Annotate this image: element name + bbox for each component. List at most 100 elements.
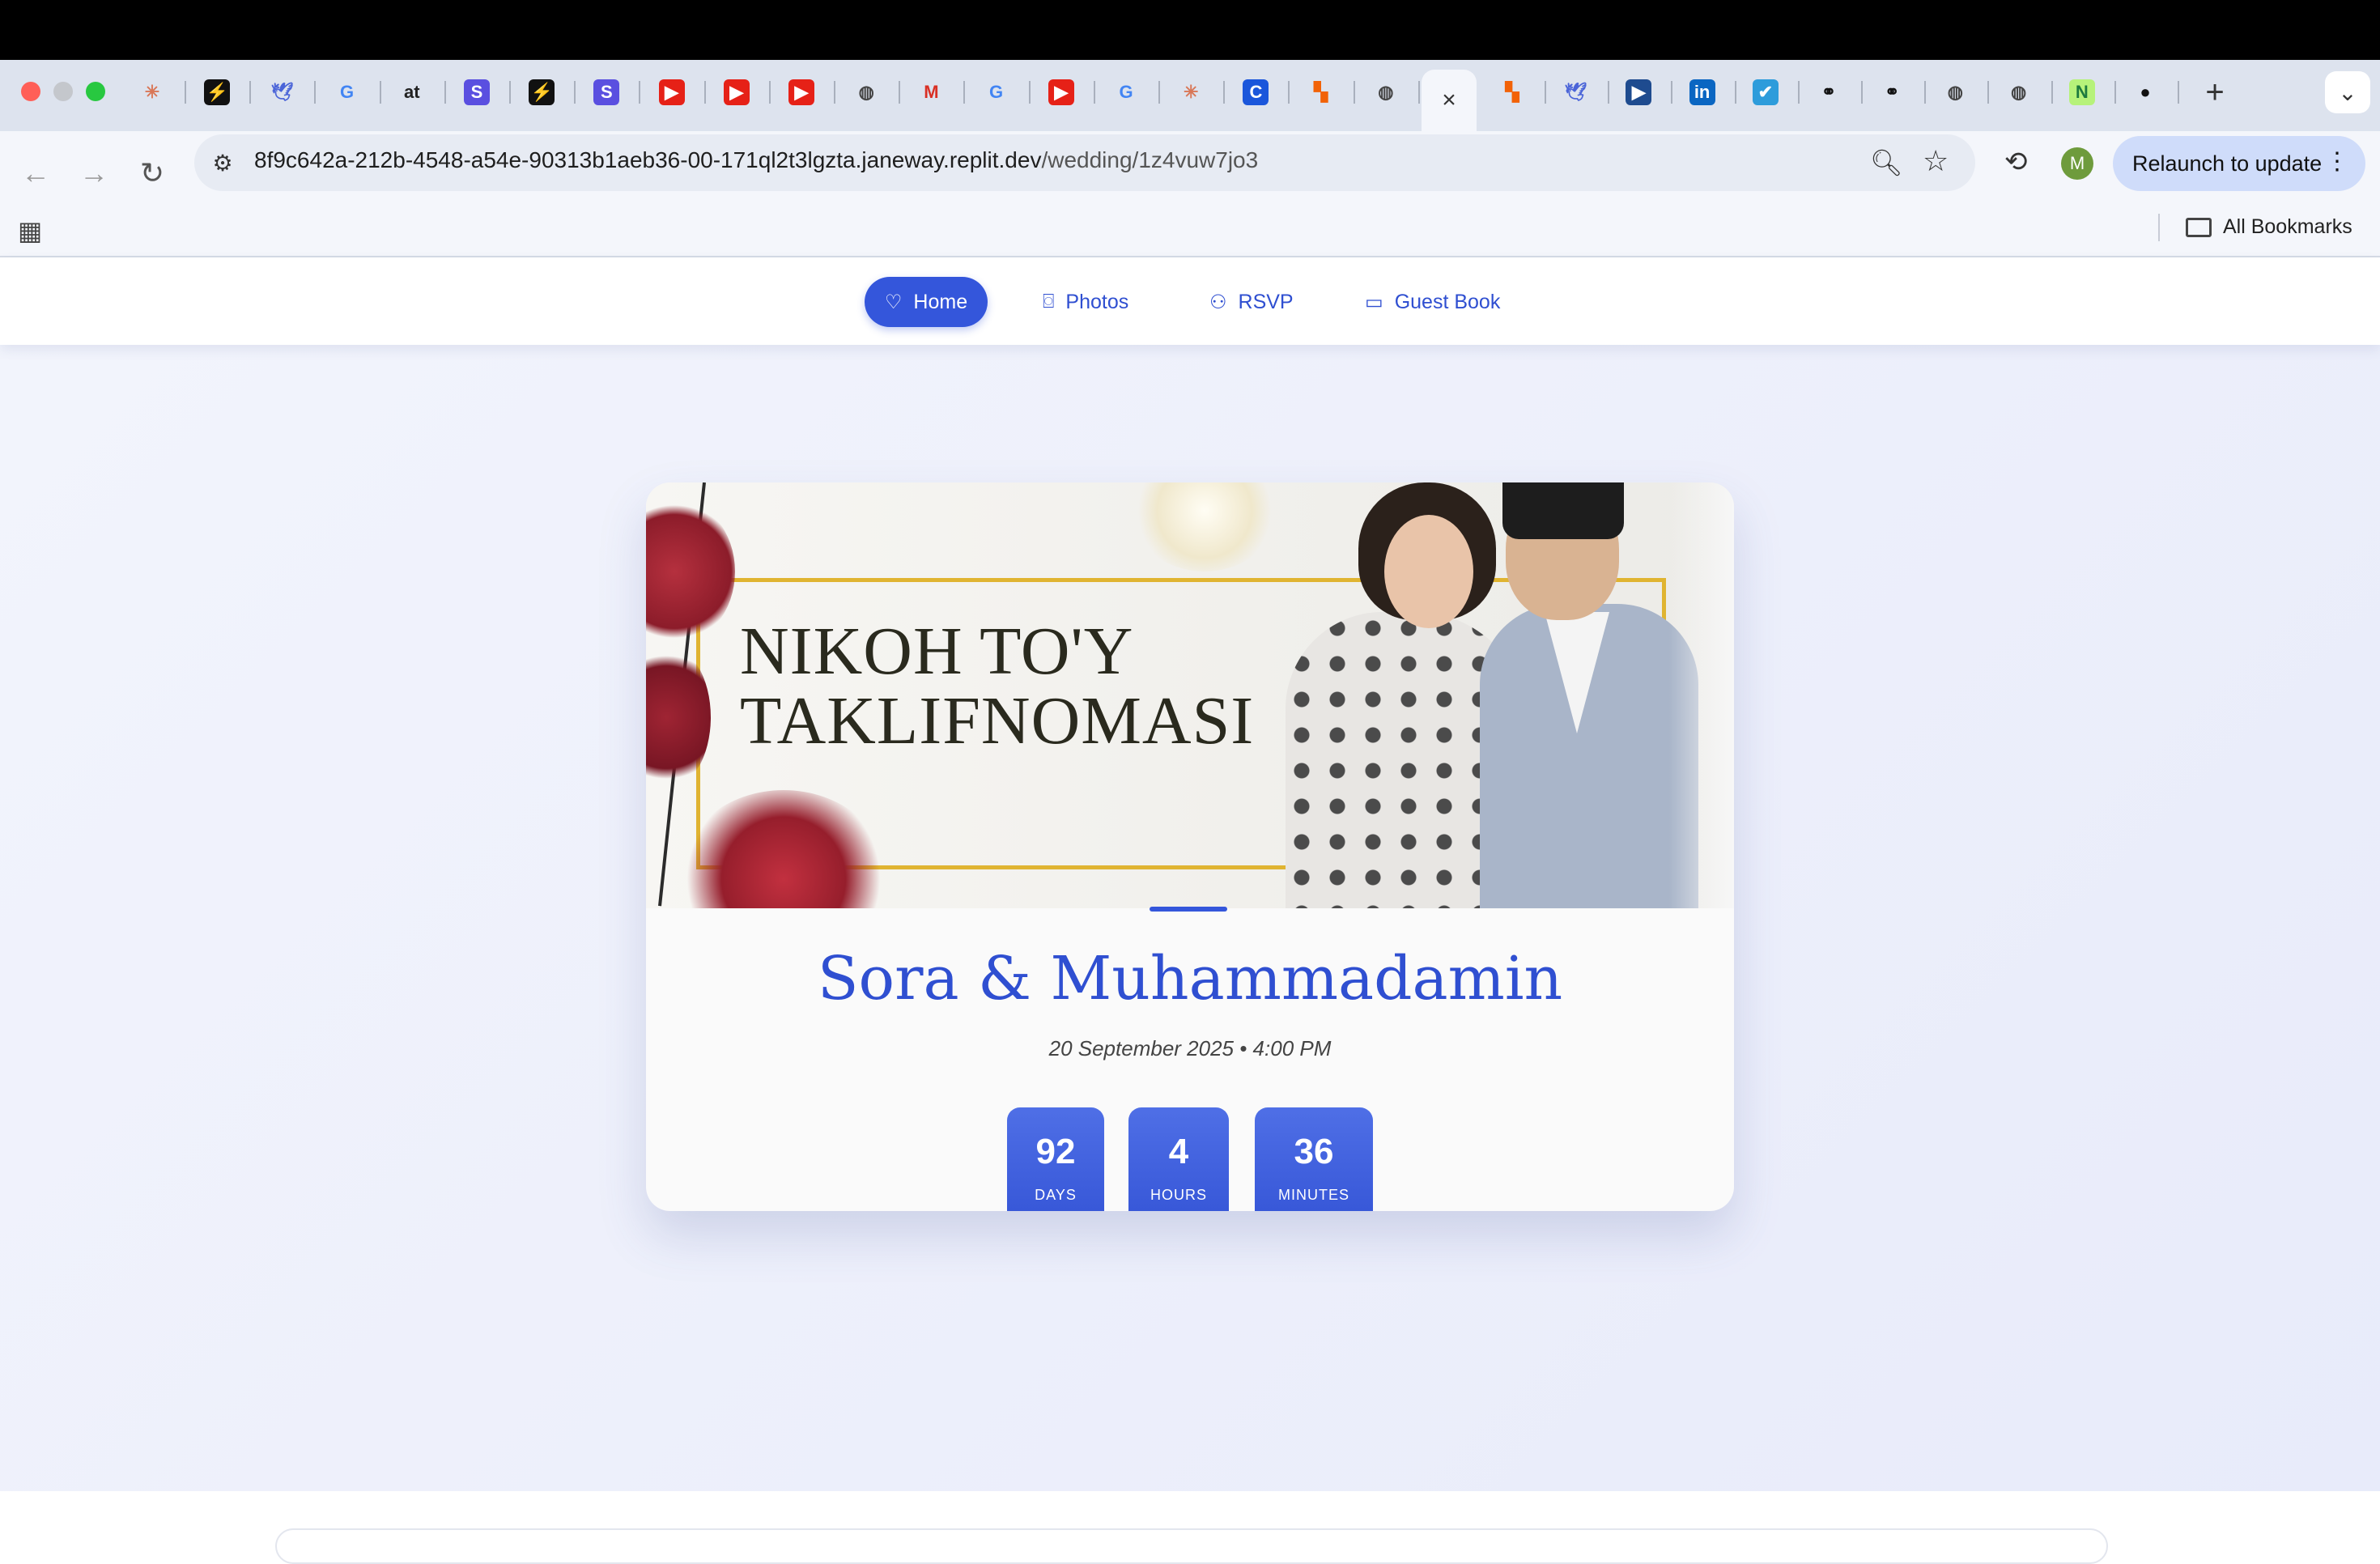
camera-icon: ⌼	[1043, 291, 1055, 312]
globe-icon[interactable]: ◍	[1942, 79, 1968, 105]
tab-separator	[1861, 81, 1863, 104]
s-icon[interactable]: S	[464, 79, 490, 105]
all-bookmarks-button[interactable]: All Bookmarks	[2186, 215, 2352, 239]
claude-icon[interactable]: ✳	[1178, 79, 1204, 105]
tab-separator	[1924, 81, 1927, 104]
relaunch-button[interactable]: Relaunch to update ⋮	[2113, 136, 2365, 191]
bird-icon[interactable]: 🕊	[269, 79, 295, 105]
c-icon[interactable]: C	[1243, 79, 1269, 105]
s-icon[interactable]: S	[593, 79, 620, 105]
close-window-button[interactable]	[21, 82, 40, 101]
nav-photos[interactable]: ⌼ Photos	[1043, 277, 1128, 327]
globe-icon[interactable]: ◍	[1373, 79, 1399, 105]
invitation-card: NIKOH TO'Y TAKLIFNOMASI Sora & Muhammada…	[646, 482, 1734, 1211]
countdown-days: 92 DAYS	[1007, 1107, 1104, 1211]
tab-separator	[444, 81, 446, 104]
nav-home[interactable]: ♡ Home	[865, 277, 988, 327]
forward-button[interactable]: →	[70, 149, 118, 198]
more-vertical-icon: ⋮	[2325, 148, 2349, 175]
youtube-icon[interactable]: ▶	[658, 79, 685, 105]
tab-separator	[1028, 81, 1031, 104]
replit-icon[interactable]: ▚	[1308, 79, 1334, 105]
globe-icon[interactable]: ◍	[853, 79, 879, 105]
back-button[interactable]: ←	[11, 149, 60, 198]
bride-face	[1384, 515, 1473, 628]
nav-home-label: Home	[913, 290, 968, 313]
url-path: /wedding/1z4vuw7jo3	[1041, 147, 1259, 172]
tab-separator	[834, 81, 835, 104]
event-date: 20 September 2025 • 4:00 PM	[1048, 1036, 1332, 1060]
arrow-left-icon: ←	[21, 156, 50, 189]
countdown-minutes-value: 36	[1294, 1132, 1334, 1171]
tab-separator	[574, 81, 576, 104]
relaunch-label: Relaunch to update	[2132, 151, 2323, 176]
tab-separator	[1417, 81, 1420, 104]
tab-separator	[1158, 81, 1160, 104]
accent-bar	[1150, 907, 1227, 912]
close-tab-icon[interactable]: ×	[1442, 87, 1456, 114]
nav-guest-book[interactable]: ▭ Guest Book	[1365, 277, 1500, 327]
tab-separator	[1608, 81, 1610, 104]
os-top-bar	[0, 0, 2380, 60]
apps-grid-icon[interactable]: ▦	[18, 215, 42, 246]
site-info-icon[interactable]: ⚙	[209, 149, 236, 176]
tab-separator	[2051, 81, 2053, 104]
tab-separator	[509, 81, 511, 104]
n-icon[interactable]: N	[2068, 79, 2095, 105]
youtube-icon[interactable]: ▶	[788, 79, 814, 105]
gmail-icon[interactable]: M	[918, 79, 944, 105]
active-tab[interactable]: ×	[1422, 70, 1477, 131]
url-host: 8f9c642a-212b-4548-a54e-90313b1aeb36-00-…	[254, 147, 1042, 172]
countdown-hours-label: HOURS	[1150, 1187, 1207, 1203]
tab-separator	[185, 81, 186, 104]
linkedin-icon[interactable]: in	[1689, 79, 1715, 105]
tab-separator	[1671, 81, 1673, 104]
url-text[interactable]: 8f9c642a-212b-4548-a54e-90313b1aeb36-00-…	[254, 147, 1258, 173]
nav-rsvp[interactable]: ⚇ RSVP	[1209, 277, 1294, 327]
countdown-days-label: DAYS	[1035, 1187, 1077, 1203]
google-icon[interactable]: G	[1113, 79, 1139, 105]
groom-hair	[1502, 482, 1624, 539]
google-icon[interactable]: G	[984, 79, 1009, 105]
claude-icon[interactable]: ✳	[139, 79, 165, 105]
link-icon[interactable]: ⚭	[1816, 79, 1842, 105]
tab-separator	[899, 81, 901, 104]
at-icon[interactable]: at	[399, 79, 425, 105]
reload-button[interactable]: ↻	[128, 149, 176, 198]
youtube-icon[interactable]: ▶	[1048, 79, 1074, 105]
profile-avatar[interactable]: M	[2061, 147, 2093, 180]
countdown-hours: 4 HOURS	[1128, 1107, 1229, 1211]
link-check-icon[interactable]: ⚭	[1879, 79, 1905, 105]
youtube-icon[interactable]: ▶	[723, 79, 750, 105]
bookmark-star-icon[interactable]: ☆	[1923, 144, 1949, 178]
tab-search-button[interactable]: ⌄	[2325, 71, 2370, 113]
bolt-icon[interactable]: ⚡	[204, 79, 231, 105]
replit-icon[interactable]: ▚	[1499, 79, 1525, 105]
minimize-window-button[interactable]	[53, 82, 73, 101]
bolt-icon[interactable]: ⚡	[529, 79, 555, 105]
nav-photos-label: Photos	[1065, 290, 1129, 313]
bird-icon[interactable]: 🕊	[1562, 79, 1588, 105]
countdown-days-value: 92	[1035, 1132, 1076, 1171]
extension-icon[interactable]: ⟲	[2004, 146, 2028, 178]
github-icon[interactable]: ●	[2132, 79, 2158, 105]
heart-icon: ♡	[884, 291, 903, 313]
bookmarks-bar	[0, 202, 2380, 257]
tab-separator	[379, 81, 381, 104]
tab-separator	[1734, 81, 1736, 104]
tab-separator	[1545, 81, 1546, 104]
countdown-minutes-label: MINUTES	[1278, 1187, 1349, 1203]
reload-icon: ↻	[139, 156, 165, 189]
video-icon[interactable]: ▶	[1626, 79, 1652, 105]
tab-separator	[963, 81, 966, 104]
google-icon[interactable]: G	[334, 79, 360, 105]
chevron-down-icon: ⌄	[2338, 79, 2357, 105]
maximize-window-button[interactable]	[86, 82, 105, 101]
tab-separator	[314, 81, 317, 104]
tab-separator	[249, 81, 252, 104]
check-icon[interactable]: ✔	[1752, 79, 1779, 105]
globe-icon[interactable]: ◍	[2006, 79, 2032, 105]
new-tab-button[interactable]: +	[2199, 76, 2231, 108]
tab-separator	[1288, 81, 1290, 104]
zoom-icon[interactable]: 🔍︎	[1870, 147, 1903, 178]
